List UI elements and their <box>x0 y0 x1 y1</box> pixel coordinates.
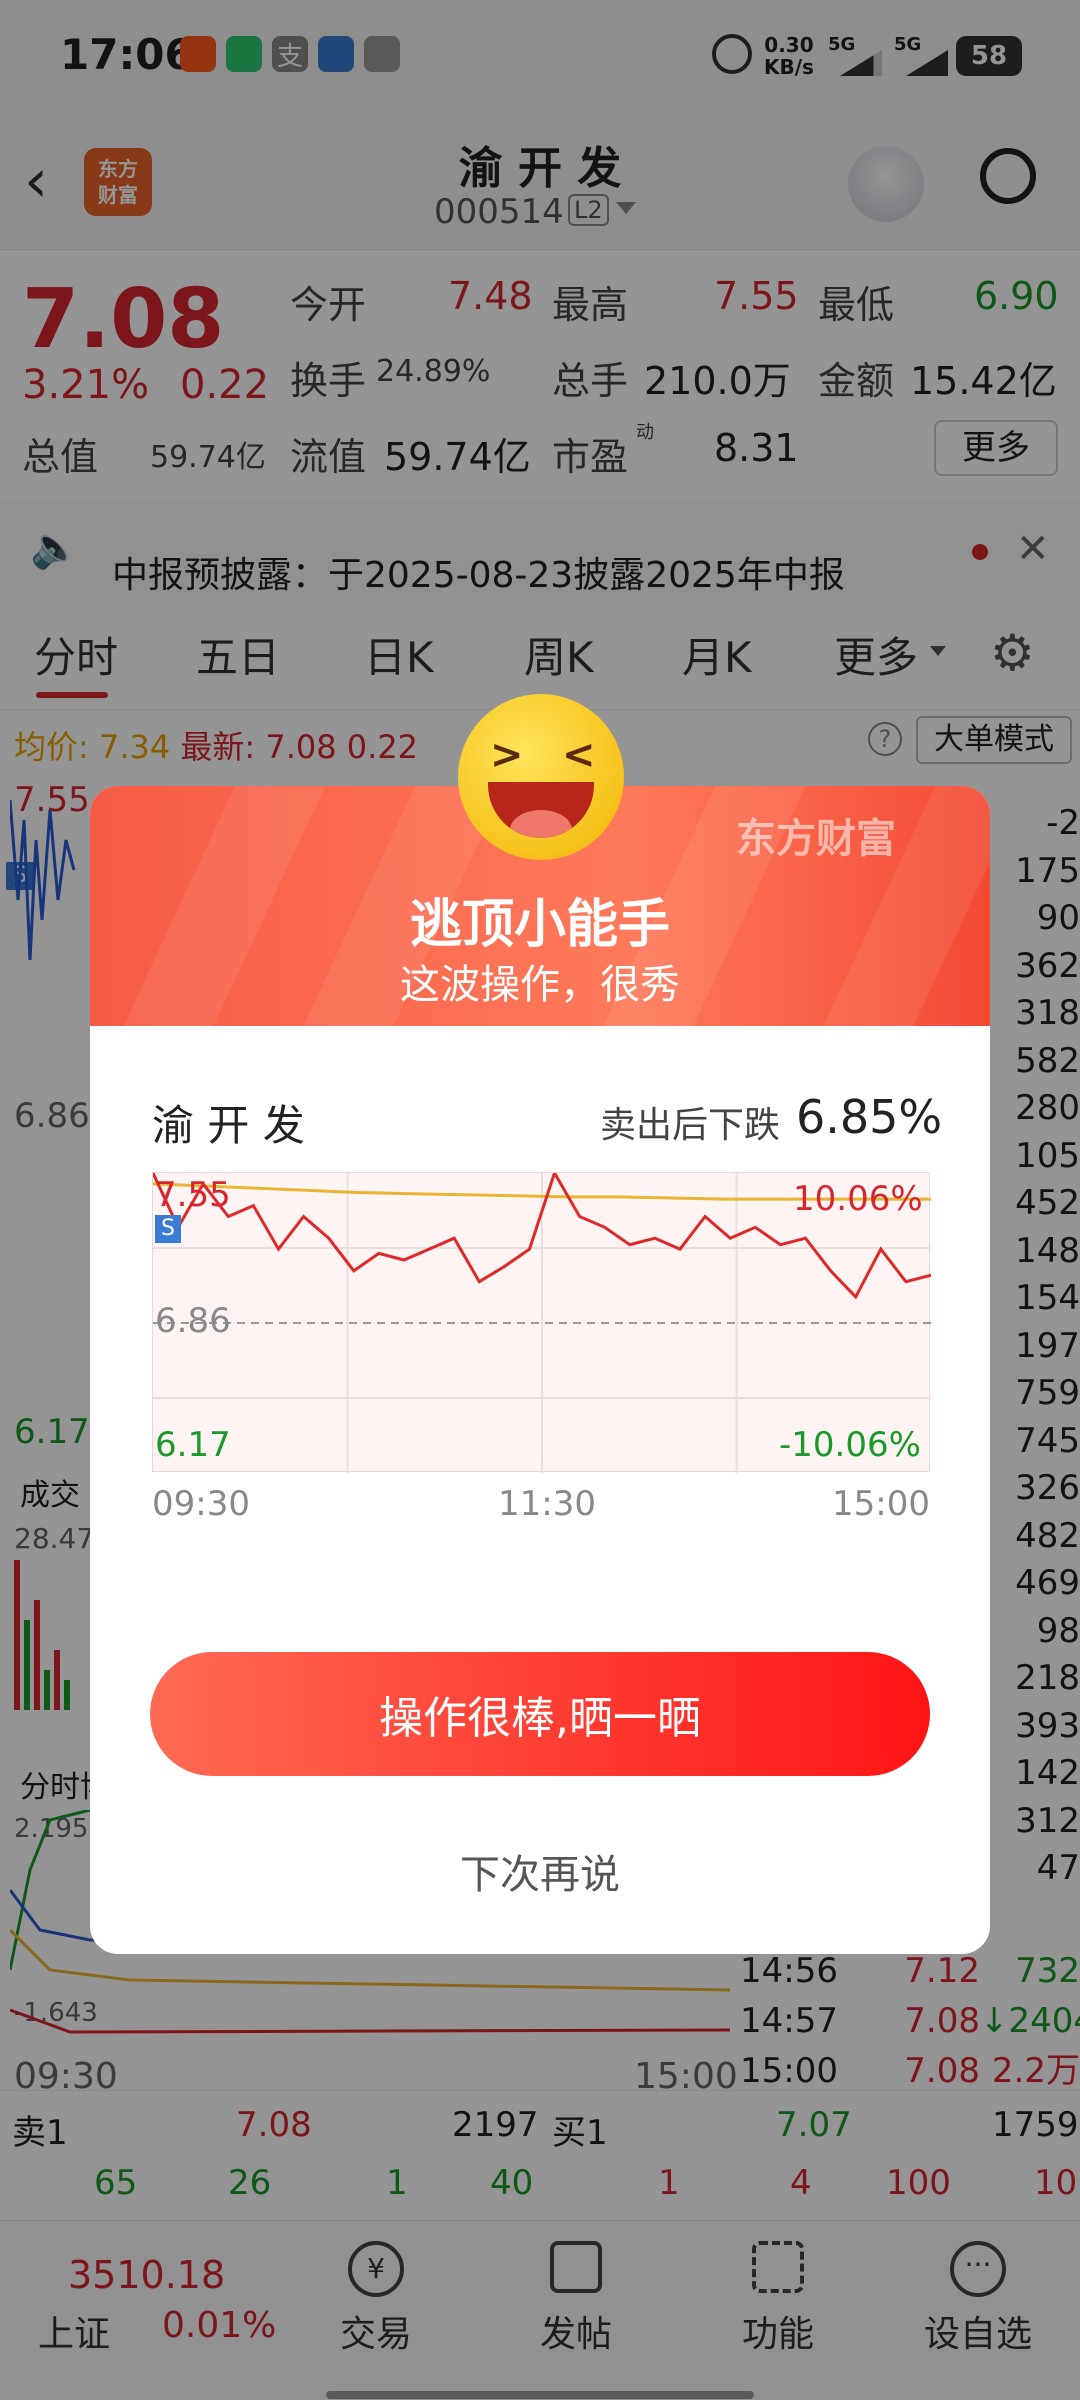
modal-stock-name: 渝 开 发 <box>152 1101 305 1150</box>
sell-point-marker: S <box>155 1215 181 1243</box>
mini-pct-high: 10.06% <box>793 1179 923 1219</box>
drop-value: 6.85% <box>796 1090 943 1144</box>
mini-time-mid: 11:30 <box>498 1484 596 1524</box>
modal-title: 逃顶小能手 <box>409 895 670 955</box>
modal-subtitle: 这波操作，很秀 <box>400 962 680 1008</box>
mini-intraday-chart: 7.55 S 6.86 6.17 10.06% -10.06% <box>152 1172 931 1473</box>
mini-time-end: 15:00 <box>832 1484 930 1524</box>
mini-pct-low: -10.06% <box>779 1425 921 1465</box>
mini-y-low: 6.17 <box>155 1425 231 1465</box>
mini-y-mid: 6.86 <box>155 1301 231 1341</box>
dismiss-link[interactable]: 下次再说 <box>90 1842 990 1900</box>
mini-y-high: 7.55 <box>155 1175 231 1215</box>
laughing-emoji-icon: > < <box>458 694 624 860</box>
share-button[interactable]: 操作很棒,晒一晒 <box>150 1652 930 1776</box>
brand-watermark: 东方财富 <box>736 816 896 862</box>
mini-time-start: 09:30 <box>152 1484 250 1524</box>
drop-label: 卖出后下跌 <box>600 1105 781 1146</box>
achievement-modal: 东方财富 逃顶小能手 这波操作，很秀 > < 渝 开 发 卖出后下跌 6.85%… <box>90 694 990 1954</box>
